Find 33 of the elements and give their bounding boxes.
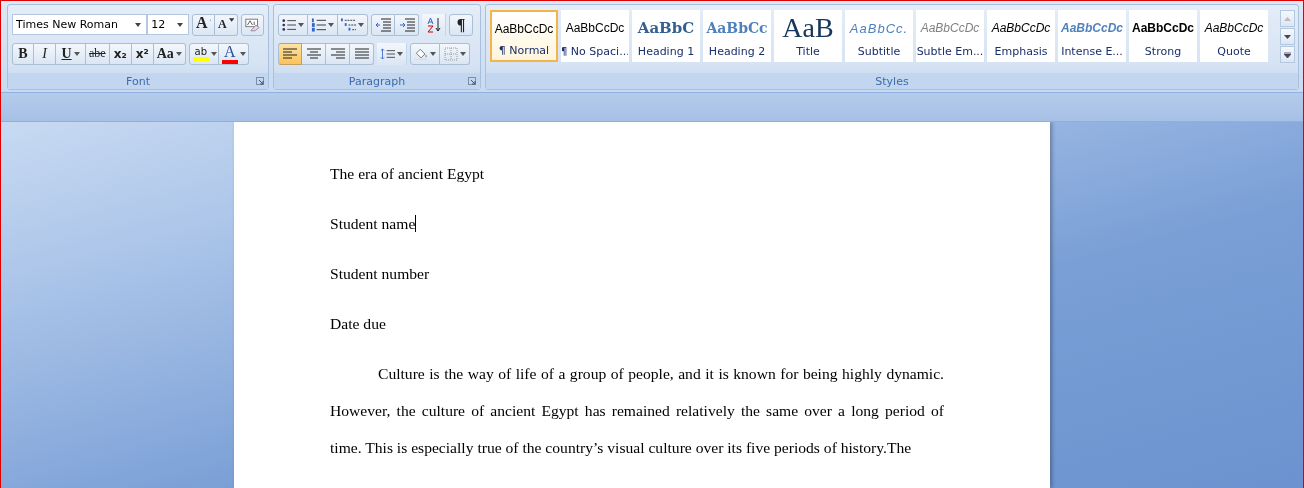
style-gallery-item[interactable]: AaBbC Heading 1: [632, 10, 700, 62]
style-gallery-item[interactable]: AaBbCc Heading 2: [703, 10, 771, 62]
document-paragraph: Student name: [330, 214, 418, 234]
document-paragraph: Student number: [330, 264, 431, 284]
style-gallery-item[interactable]: AaBbCcDc Emphasis: [987, 10, 1055, 62]
bold-button[interactable]: B: [12, 42, 34, 65]
shrink-font-button[interactable]: A: [215, 13, 238, 36]
style-gallery-item[interactable]: AaBbCcDc ¶ No Spaci...: [561, 10, 629, 62]
case-button[interactable]: Aa: [153, 42, 186, 65]
underline-button[interactable]: U: [56, 42, 86, 65]
font-name-dropdown[interactable]: Times New Roman: [12, 14, 148, 35]
group-label: Paragraph: [348, 74, 406, 88]
style-gallery-item[interactable]: AaBbCc. Subtitle: [845, 10, 913, 62]
document-paragraph: Culture is the way of life of a group of people, and it is known for being highly dynamic. However, the culture of ancient Egypt has remained relatively the same over a long period of time. This is especially true of the country’s visual culture over its five periods of history.The: [330, 364, 944, 458]
italic-button[interactable]: I: [34, 42, 56, 65]
show-formatting-marks-button[interactable]: ¶: [449, 13, 473, 36]
sup-button[interactable]: x²: [131, 42, 154, 65]
font-color-button[interactable]: A: [218, 42, 249, 65]
style-gallery-item[interactable]: AaB Title: [774, 10, 842, 62]
grow-font-button[interactable]: A: [192, 13, 215, 36]
font-size-dropdown[interactable]: 12: [147, 14, 189, 35]
group-label: Styles: [875, 74, 909, 88]
style-gallery-item[interactable]: AaBbCcDc Strong: [1129, 10, 1197, 62]
style-gallery-item[interactable]: AaBbCcDc Intense E...: [1058, 10, 1126, 62]
document-paragraph: The era of ancient Egypt: [330, 164, 486, 184]
strike-button[interactable]: abe: [86, 42, 110, 65]
group-label: Font: [126, 74, 150, 88]
sub-button[interactable]: x₂: [109, 42, 132, 65]
style-gallery-item[interactable]: AaBbCcDc ¶ Normal: [490, 10, 558, 62]
highlight-color-button[interactable]: ab: [188, 42, 219, 65]
style-gallery-item[interactable]: AaBbCcDc Quote: [1200, 10, 1268, 62]
document-paragraph: Date due: [330, 314, 387, 334]
style-gallery-item[interactable]: AaBbCcDc Subtle Em...: [916, 10, 984, 62]
